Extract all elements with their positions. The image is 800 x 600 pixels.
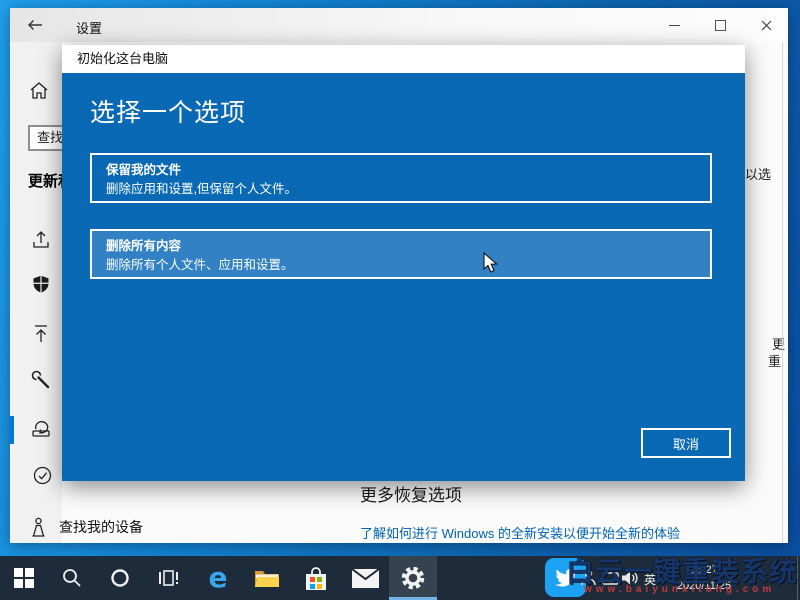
maximize-button[interactable]: [698, 8, 743, 42]
edge-button[interactable]: e: [196, 556, 240, 600]
task-view-icon: [158, 568, 179, 588]
sidebar-item-home[interactable]: [30, 82, 52, 104]
back-arrow-icon: [27, 19, 43, 31]
option-title: 保留我的文件: [106, 161, 696, 180]
cortana-icon: [110, 568, 130, 588]
file-explorer-icon: [254, 568, 280, 589]
dialog-heading: 选择一个选项: [90, 93, 246, 129]
home-icon: [30, 82, 48, 99]
minimize-button[interactable]: [652, 8, 697, 42]
titlebar: 设置: [10, 8, 788, 42]
store-button[interactable]: [294, 556, 338, 600]
start-button[interactable]: [2, 556, 46, 600]
option-description: 删除应用和设置,但保留个人文件。: [106, 180, 696, 199]
selected-item-indicator: [10, 416, 14, 444]
window-title: 设置: [76, 18, 102, 37]
search-value: 查找: [37, 130, 63, 145]
dialog-header: 初始化这台电脑: [62, 45, 745, 73]
settings-gear-wrap: [391, 556, 435, 600]
clean-install-link[interactable]: 了解如何进行 Windows 的全新安装以便开始全新的体验: [360, 523, 680, 542]
desktop: 设置 查找 更新和: [0, 0, 800, 600]
task-view-button[interactable]: [146, 556, 190, 600]
file-explorer-button[interactable]: [245, 556, 289, 600]
windows-start-icon: [14, 568, 34, 588]
sidebar-item-delivery-optimization[interactable]: [32, 230, 54, 252]
sidebar: 查找 更新和: [10, 42, 62, 543]
reset-pc-dialog: 初始化这台电脑 选择一个选项 保留我的文件 删除应用和设置,但保留个人文件。 删…: [62, 45, 745, 481]
option-title: 删除所有内容: [106, 237, 696, 256]
sidebar-item-activation[interactable]: [33, 466, 55, 488]
settings-taskbar-button[interactable]: [389, 556, 437, 600]
maximize-icon: [715, 20, 726, 31]
activation-check-icon: [33, 466, 52, 485]
sidebar-item-windows-security[interactable]: [32, 274, 54, 296]
find-my-device-icon: [28, 517, 49, 538]
sidebar-item-troubleshoot[interactable]: [31, 370, 53, 392]
recovery-icon: [31, 418, 51, 438]
wrench-icon: [31, 370, 51, 390]
dialog-body: 选择一个选项 保留我的文件 删除应用和设置,但保留个人文件。 删除所有内容 删除…: [62, 73, 745, 481]
windows-security-icon: [32, 274, 50, 294]
mail-button[interactable]: [343, 556, 387, 600]
cortana-button[interactable]: [98, 556, 142, 600]
more-recovery-heading: 更多恢复选项: [360, 481, 462, 506]
taskbar-search-button[interactable]: [50, 556, 94, 600]
backup-icon: [32, 324, 50, 343]
sidebar-item-backup[interactable]: [32, 324, 54, 346]
mouse-cursor: [482, 252, 502, 274]
option-description: 删除所有个人文件、应用和设置。: [106, 256, 696, 275]
option-keep-my-files[interactable]: 保留我的文件 删除应用和设置,但保留个人文件。: [90, 153, 712, 203]
minimize-icon: [669, 25, 680, 26]
scrollbar-track[interactable]: [782, 42, 783, 543]
store-icon: [304, 566, 328, 591]
option-remove-everything[interactable]: 删除所有内容 删除所有个人文件、应用和设置。: [90, 229, 712, 279]
find-my-device-label: 查找我的设备: [59, 517, 143, 537]
search-icon: [62, 568, 82, 588]
close-button[interactable]: [744, 8, 789, 42]
sidebar-item-recovery[interactable]: [31, 418, 53, 440]
partial-text-right-bottom: 重: [768, 351, 781, 370]
cancel-button[interactable]: 取消: [641, 428, 731, 458]
edge-icon: e: [209, 564, 228, 592]
settings-gear-icon: [400, 565, 426, 591]
sidebar-item-find-my-device[interactable]: 查找我的设备: [28, 512, 198, 542]
mail-icon: [352, 569, 379, 588]
back-button[interactable]: [18, 12, 52, 38]
close-icon: [761, 20, 772, 31]
watermark-url: www.baiyunxitong.com: [584, 584, 775, 595]
partial-text-right-top: 以选: [745, 164, 771, 183]
delivery-optimization-icon: [32, 230, 50, 249]
